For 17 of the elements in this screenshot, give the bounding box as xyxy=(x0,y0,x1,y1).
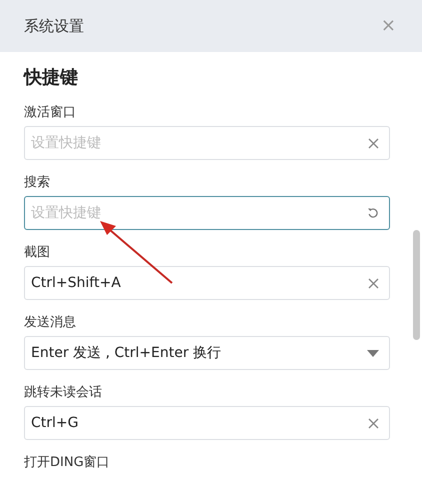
window-title: 系统设置 xyxy=(24,16,84,37)
clear-icon[interactable] xyxy=(368,418,379,428)
clear-icon[interactable] xyxy=(368,138,379,148)
scrollbar-thumb[interactable] xyxy=(413,230,420,340)
select-field[interactable]: Enter 发送 , Ctrl+Enter 换行 xyxy=(24,336,390,370)
field-label: 激活窗口 xyxy=(24,104,76,122)
field-label: 跳转未读会话 xyxy=(24,384,102,402)
shortcut-field[interactable]: Ctrl+Shift+A xyxy=(24,266,390,300)
dropdown-caret-icon[interactable] xyxy=(367,350,379,356)
undo-icon[interactable] xyxy=(367,207,379,219)
field-label: 打开DING窗口 xyxy=(24,454,110,472)
field-label: 截图 xyxy=(24,244,50,262)
clear-icon[interactable] xyxy=(368,278,379,288)
section-title: 快捷键 xyxy=(24,66,79,90)
field-label: 发送消息 xyxy=(24,314,76,332)
field-label: 搜索 xyxy=(24,174,50,192)
shortcut-field[interactable]: Ctrl+G xyxy=(24,406,390,440)
